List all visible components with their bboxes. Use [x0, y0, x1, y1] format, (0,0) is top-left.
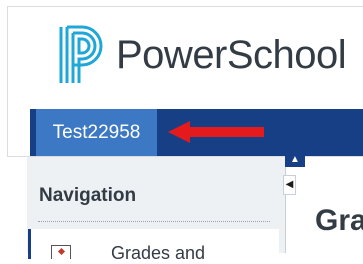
navigation-divider — [38, 221, 270, 222]
collapse-up-icon[interactable]: ▲ — [285, 153, 305, 167]
powerschool-logo[interactable]: PowerSchool — [58, 25, 347, 85]
navigation-heading: Navigation — [39, 185, 137, 206]
nav-item-grades[interactable]: Grades and — [28, 229, 279, 263]
user-tab[interactable]: Test22958 — [36, 109, 157, 156]
collapse-left-icon[interactable]: ◀ — [283, 175, 296, 195]
gradebook-icon — [51, 245, 71, 259]
page-title: Gra — [315, 204, 363, 237]
red-arrow-annotation-icon — [168, 121, 264, 143]
powerschool-logo-icon — [59, 25, 103, 83]
nav-item-label: Grades and — [111, 243, 206, 263]
user-tab-label: Test22958 — [52, 121, 141, 143]
logo-text: PowerSchool — [116, 32, 347, 77]
